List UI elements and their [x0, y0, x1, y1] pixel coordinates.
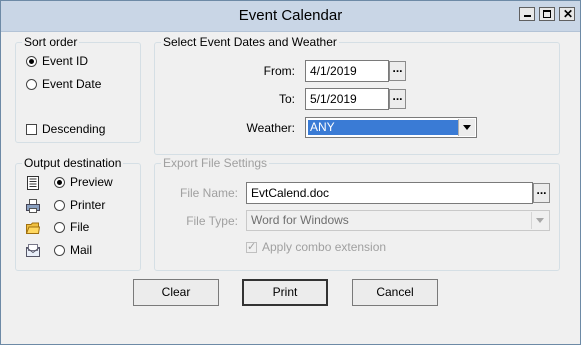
file-type-select: Word for Windows — [246, 210, 550, 231]
file-type-select-value: Word for Windows — [251, 213, 349, 227]
to-date-field[interactable]: 5/1/2019 — [305, 88, 389, 110]
minimize-button[interactable] — [519, 7, 535, 21]
dates-weather-group: Select Event Dates and Weather From: 4/1… — [154, 35, 560, 155]
from-date-field[interactable]: 4/1/2019 — [305, 60, 389, 82]
mail-icon — [26, 244, 40, 257]
window-title: Event Calendar — [238, 7, 343, 24]
radio-preview[interactable] — [54, 177, 65, 188]
to-label: To: — [278, 92, 295, 106]
radio-preview-label[interactable]: Preview — [70, 175, 113, 189]
to-date-browse-button[interactable]: ... — [389, 89, 406, 109]
apply-combo-extension-checkbox: ✓ — [246, 241, 257, 253]
chevron-down-icon — [531, 212, 548, 229]
radio-file[interactable] — [54, 222, 65, 233]
file-name-field[interactable]: EvtCalend.doc — [246, 182, 533, 204]
weather-select[interactable]: ANY — [305, 117, 477, 138]
weather-select-value: ANY — [308, 120, 458, 135]
checkmark-icon: ✓ — [247, 241, 257, 253]
descending-label[interactable]: Descending — [42, 122, 105, 136]
descending-checkbox[interactable] — [26, 124, 37, 135]
radio-event-date[interactable] — [26, 79, 37, 90]
export-file-settings-legend: Export File Settings — [161, 156, 270, 170]
radio-event-id-label[interactable]: Event ID — [42, 54, 88, 68]
cancel-button[interactable]: Cancel — [352, 279, 438, 306]
output-destination-legend: Output destination — [22, 156, 124, 170]
maximize-icon — [543, 10, 551, 18]
radio-mail-label[interactable]: Mail — [70, 243, 92, 257]
radio-printer[interactable] — [54, 200, 65, 211]
radio-file-label[interactable]: File — [70, 220, 89, 234]
maximize-button[interactable] — [539, 7, 555, 21]
print-button[interactable]: Print — [242, 279, 328, 306]
sort-order-legend: Sort order — [22, 35, 80, 49]
from-date-browse-button[interactable]: ... — [389, 61, 406, 81]
printer-icon — [26, 199, 40, 213]
weather-label: Weather: — [246, 121, 295, 135]
sort-order-group: Sort order Event ID Event Date Descendin… — [15, 35, 141, 143]
radio-mail[interactable] — [54, 245, 65, 256]
file-type-label: File Type: — [186, 214, 238, 228]
file-name-browse-button[interactable]: ... — [533, 183, 550, 203]
chevron-down-icon[interactable] — [458, 119, 475, 136]
export-file-settings-group: Export File Settings File Name: EvtCalen… — [154, 156, 560, 271]
close-button[interactable]: ✕ — [559, 7, 575, 21]
title-bar[interactable]: Event Calendar ✕ — [1, 1, 580, 32]
radio-event-date-label[interactable]: Event Date — [42, 77, 101, 91]
event-calendar-window: Event Calendar ✕ Sort order Event ID Eve… — [0, 0, 581, 345]
close-icon: ✕ — [563, 7, 574, 21]
file-name-label: File Name: — [179, 186, 238, 200]
minimize-icon — [524, 15, 531, 17]
apply-combo-extension-label: Apply combo extension — [262, 240, 387, 254]
dialog-body: Sort order Event ID Event Date Descendin… — [8, 32, 573, 337]
dates-weather-legend: Select Event Dates and Weather — [161, 35, 339, 49]
radio-printer-label[interactable]: Printer — [70, 198, 105, 212]
radio-event-id[interactable] — [26, 56, 37, 67]
from-label: From: — [263, 64, 295, 78]
folder-icon — [26, 222, 40, 234]
clear-button[interactable]: Clear — [133, 279, 219, 306]
preview-icon — [27, 176, 39, 190]
output-destination-group: Output destination Preview Printer File … — [15, 156, 141, 271]
